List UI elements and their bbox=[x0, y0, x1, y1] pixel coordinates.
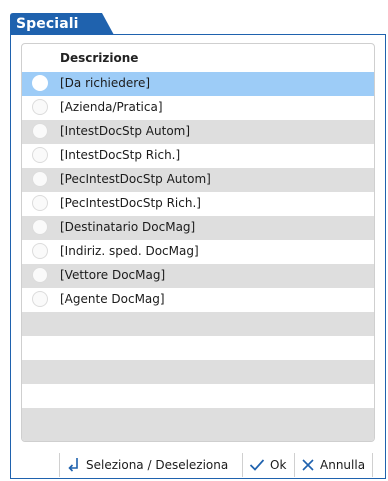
selection-grid: Descrizione [Da richiedere] [Azienda/Pra… bbox=[21, 43, 375, 442]
list-item[interactable]: [Vettore DocMag] bbox=[22, 264, 374, 288]
list-item[interactable]: [Da richiedere] bbox=[22, 72, 374, 96]
list-item-label: [PecIntestDocStp Autom] bbox=[60, 172, 211, 186]
list-item[interactable]: [PecIntestDocStp Rich.] bbox=[22, 192, 374, 216]
list-item[interactable]: [Indiriz. sped. DocMag] bbox=[22, 240, 374, 264]
list-item[interactable]: [Agente DocMag] bbox=[22, 288, 374, 312]
list-item[interactable]: [Azienda/Pratica] bbox=[22, 96, 374, 120]
list-item-label: [Azienda/Pratica] bbox=[60, 100, 163, 114]
list-item-label: [Da richiedere] bbox=[60, 76, 151, 90]
list-item[interactable]: [Destinatario DocMag] bbox=[22, 216, 374, 240]
select-deselect-label: Seleziona / Deseleziona bbox=[86, 458, 229, 472]
radio-button[interactable] bbox=[32, 243, 48, 259]
separator bbox=[59, 453, 60, 477]
radio-button[interactable] bbox=[32, 195, 48, 211]
empty-row bbox=[22, 384, 374, 408]
select-deselect-button[interactable]: Seleziona / Deseleziona bbox=[67, 454, 228, 476]
empty-row bbox=[22, 360, 374, 384]
list-item-label: [Indiriz. sped. DocMag] bbox=[60, 244, 199, 258]
radio-button[interactable] bbox=[32, 123, 48, 139]
checkmark-icon bbox=[249, 459, 265, 471]
list-item-label: [IntestDocStp Autom] bbox=[60, 124, 191, 138]
empty-row bbox=[22, 336, 374, 360]
separator bbox=[294, 453, 295, 477]
speciali-panel: Speciali Descrizione [Da richiedere] [Az… bbox=[10, 13, 386, 479]
radio-button[interactable] bbox=[32, 75, 48, 91]
list-item-label: [Vettore DocMag] bbox=[60, 268, 166, 282]
radio-button[interactable] bbox=[32, 171, 48, 187]
column-header-descrizione: Descrizione bbox=[60, 51, 139, 65]
ok-label: Ok bbox=[270, 458, 287, 472]
cancel-label: Annulla bbox=[320, 458, 366, 472]
list-item[interactable]: [IntestDocStp Rich.] bbox=[22, 144, 374, 168]
tab-label: Speciali bbox=[16, 16, 79, 32]
list-item-label: [Destinatario DocMag] bbox=[60, 220, 196, 234]
tab-speciali[interactable]: Speciali bbox=[10, 13, 120, 35]
empty-row bbox=[22, 408, 374, 441]
list-item[interactable]: [PecIntestDocStp Autom] bbox=[22, 168, 374, 192]
close-icon bbox=[302, 459, 314, 471]
separator bbox=[372, 453, 373, 477]
list-item[interactable]: [IntestDocStp Autom] bbox=[22, 120, 374, 144]
cancel-button[interactable]: Annulla bbox=[301, 454, 365, 476]
radio-button[interactable] bbox=[32, 219, 48, 235]
footer-toolbar: Seleziona / Deseleziona Ok Annulla bbox=[11, 451, 385, 478]
list-item-label: [PecIntestDocStp Rich.] bbox=[60, 196, 201, 210]
radio-button[interactable] bbox=[32, 291, 48, 307]
ok-button[interactable]: Ok bbox=[249, 454, 286, 476]
empty-row bbox=[22, 312, 374, 336]
radio-button[interactable] bbox=[32, 147, 48, 163]
list-item-label: [Agente DocMag] bbox=[60, 292, 165, 306]
return-arrow-icon bbox=[68, 458, 78, 472]
radio-button[interactable] bbox=[32, 267, 48, 283]
list-item-label: [IntestDocStp Rich.] bbox=[60, 148, 181, 162]
radio-button[interactable] bbox=[32, 99, 48, 115]
separator bbox=[242, 453, 243, 477]
panel-frame: Descrizione [Da richiedere] [Azienda/Pra… bbox=[10, 34, 386, 479]
